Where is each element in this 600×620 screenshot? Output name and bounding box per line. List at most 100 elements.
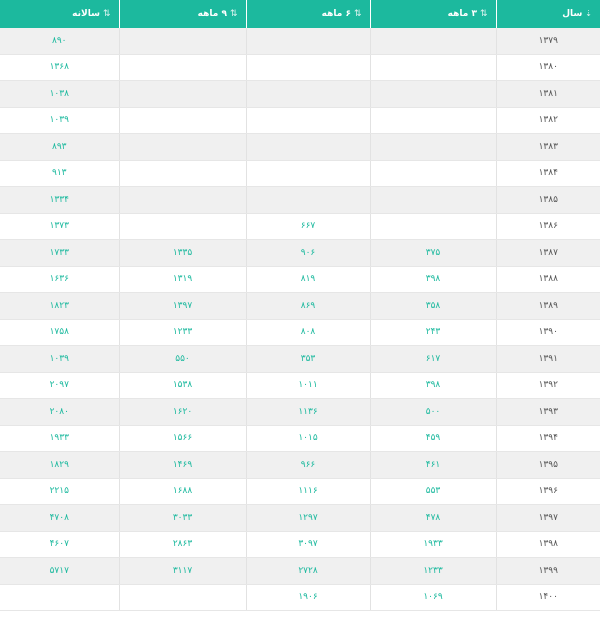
cell-m3: ۳۹۸ [369, 372, 496, 399]
cell-m9: ۲۸۶۳ [118, 531, 246, 558]
cell-m3 [369, 133, 496, 161]
cell-m6: ۱۲۹۷ [245, 504, 370, 532]
sort-arrows-icon[interactable]: ⇅ [103, 9, 111, 19]
cell-year: ۱۳۸۱ [495, 80, 600, 108]
cell-m3: ۱۲۳۳ [369, 557, 496, 585]
cell-m9: ۱۳۱۹ [118, 266, 246, 293]
cell-m3: ۵۵۳ [369, 478, 496, 505]
cell-annual [0, 584, 119, 611]
table-row: ۱۳۹۵ ۴۶۱ ۹۶۶ ۱۴۶۹ ۱۸۲۹ [0, 451, 600, 479]
cell-m9: ۱۳۳۵ [118, 239, 246, 267]
table-row: ۱۳۸۹ ۳۵۸ ۸۶۹ ۱۳۹۷ ۱۸۲۳ [0, 292, 600, 320]
cell-m9: ۱۵۶۶ [118, 425, 246, 452]
sort-arrows-icon[interactable]: ⇅ [354, 9, 362, 19]
cell-annual: ۵۷۱۷ [0, 557, 119, 585]
cell-m3: ۳۷۵ [369, 239, 496, 267]
table-row: ۱۳۹۲ ۳۹۸ ۱۰۱۱ ۱۵۳۸ ۲۰۹۷ [0, 372, 600, 399]
column-header-annual[interactable]: ⇅سالانه [0, 0, 119, 28]
cell-annual: ۱۸۲۳ [0, 292, 119, 320]
cell-year: ۱۳۹۱ [495, 345, 600, 373]
cell-annual: ۴۷۰۸ [0, 504, 119, 532]
cell-m6: ۹۰۶ [245, 239, 370, 267]
table-row: ۱۳۹۷ ۴۷۸ ۱۲۹۷ ۳۰۳۳ ۴۷۰۸ [0, 504, 600, 532]
cell-year: ۱۳۹۰ [495, 319, 600, 346]
cell-m6: ۱۰۱۱ [245, 372, 370, 399]
table-body: ۱۳۷۹ ۸۹۰ ۱۳۸۰ ۱۳۶۸ ۱۳۸۱ ۱۰۳۸ ۱۳۸۲ ۱۰۳۹ ۱۳۸۳ ۸۹۳ ۱۳… [0, 28, 600, 611]
cell-year: ۱۳۹۹ [495, 557, 600, 585]
cell-m3: ۳۹۸ [369, 266, 496, 293]
cell-m6: ۶۶۷ [245, 213, 370, 240]
table-row: ۱۳۸۱ ۱۰۳۸ [0, 80, 600, 108]
cell-m6: ۸۶۹ [245, 292, 370, 320]
cell-m3: ۴۶۱ [369, 451, 496, 479]
table-row: ۱۳۹۳ ۵۰۰ ۱۱۳۶ ۱۶۲۰ ۲۰۸۰ [0, 398, 600, 426]
table-row: ۱۳۸۲ ۱۰۳۹ [0, 107, 600, 134]
cell-m3 [369, 54, 496, 81]
cell-annual: ۴۶۰۷ [0, 531, 119, 558]
cell-m3: ۴۵۹ [369, 425, 496, 452]
cell-year: ۱۳۸۴ [495, 160, 600, 187]
column-header-m9[interactable]: ⇅۹ ماهه [118, 0, 246, 28]
cell-m3: ۶۱۷ [369, 345, 496, 373]
cell-m3: ۳۵۸ [369, 292, 496, 320]
cell-m9: ۱۶۲۰ [118, 398, 246, 426]
cell-m3 [369, 107, 496, 134]
table-row: ۱۳۹۹ ۱۲۳۳ ۲۷۲۸ ۳۱۱۷ ۵۷۱۷ [0, 557, 600, 585]
cell-m6: ۳۰۹۷ [245, 531, 370, 558]
cell-m6 [245, 133, 370, 161]
cell-m6: ۸۱۹ [245, 266, 370, 293]
cell-year: ۱۳۸۸ [495, 266, 600, 293]
cell-annual: ۱۷۵۸ [0, 319, 119, 346]
cell-annual: ۲۰۹۷ [0, 372, 119, 399]
table-row: ۱۳۸۶ ۶۶۷ ۱۳۷۳ [0, 213, 600, 240]
cell-m6 [245, 107, 370, 134]
sort-arrows-icon[interactable]: ⇅ [230, 9, 238, 19]
cell-m6 [245, 28, 370, 55]
table-row: ۱۳۸۰ ۱۳۶۸ [0, 54, 600, 81]
cell-m6: ۱۰۱۵ [245, 425, 370, 452]
table-row: ۱۳۷۹ ۸۹۰ [0, 28, 600, 55]
table-row: ۱۳۹۸ ۱۹۳۳ ۳۰۹۷ ۲۸۶۳ ۴۶۰۷ [0, 531, 600, 558]
column-header-label: ۳ ماهه [447, 9, 477, 19]
cell-year: ۱۳۹۶ [495, 478, 600, 505]
column-header-m3[interactable]: ⇅۳ ماهه [369, 0, 496, 28]
cell-m3 [369, 160, 496, 187]
cell-m6 [245, 186, 370, 214]
column-header-m6[interactable]: ⇅۶ ماهه [245, 0, 370, 28]
cell-annual: ۱۳۶۸ [0, 54, 119, 81]
cell-annual: ۲۲۱۵ [0, 478, 119, 505]
cell-year: ۱۳۸۵ [495, 186, 600, 214]
cell-m3: ۱۹۳۳ [369, 531, 496, 558]
cell-m6: ۱۱۳۶ [245, 398, 370, 426]
table-row: ۱۳۹۴ ۴۵۹ ۱۰۱۵ ۱۵۶۶ ۱۹۳۳ [0, 425, 600, 452]
cell-m9 [118, 186, 246, 214]
cell-year: ۱۳۸۹ [495, 292, 600, 320]
cell-annual: ۱۶۳۶ [0, 266, 119, 293]
cell-m9: ۳۰۳۳ [118, 504, 246, 532]
cell-m3: ۵۰۰ [369, 398, 496, 426]
cell-year: ۱۳۹۲ [495, 372, 600, 399]
sort-arrows-icon[interactable]: ⇅ [480, 9, 488, 19]
table-row: ۱۳۸۸ ۳۹۸ ۸۱۹ ۱۳۱۹ ۱۶۳۶ [0, 266, 600, 293]
cell-m6: ۱۱۱۶ [245, 478, 370, 505]
data-table: ⇣سال ⇅۳ ماهه ⇅۶ ماهه ⇅۹ ماهه ⇅سالانه ۱۳۷۹ ۸۹۰… [0, 0, 600, 611]
cell-year: ۱۳۹۷ [495, 504, 600, 532]
cell-m6 [245, 54, 370, 81]
cell-m9: ۵۵۰ [118, 345, 246, 373]
cell-annual: ۹۱۳ [0, 160, 119, 187]
column-header-year[interactable]: ⇣سال [495, 0, 600, 28]
cell-m9 [118, 80, 246, 108]
cell-m3 [369, 80, 496, 108]
cell-m3: ۲۴۳ [369, 319, 496, 346]
cell-annual: ۱۰۳۸ [0, 80, 119, 108]
cell-m9 [118, 584, 246, 611]
sort-alpha-icon[interactable]: ⇣ [585, 9, 592, 18]
table-row: ۱۳۹۰ ۲۴۳ ۸۰۸ ۱۲۳۳ ۱۷۵۸ [0, 319, 600, 346]
table-row: ۱۴۰۰ ۱۰۶۹ ۱۹۰۶ [0, 584, 600, 611]
cell-m6: ۹۶۶ [245, 451, 370, 479]
table-row: ۱۳۹۱ ۶۱۷ ۳۵۳ ۵۵۰ ۱۰۳۹ [0, 345, 600, 373]
cell-m9 [118, 160, 246, 187]
cell-year: ۱۳۸۶ [495, 213, 600, 240]
cell-m3: ۴۷۸ [369, 504, 496, 532]
cell-m9: ۱۴۶۹ [118, 451, 246, 479]
